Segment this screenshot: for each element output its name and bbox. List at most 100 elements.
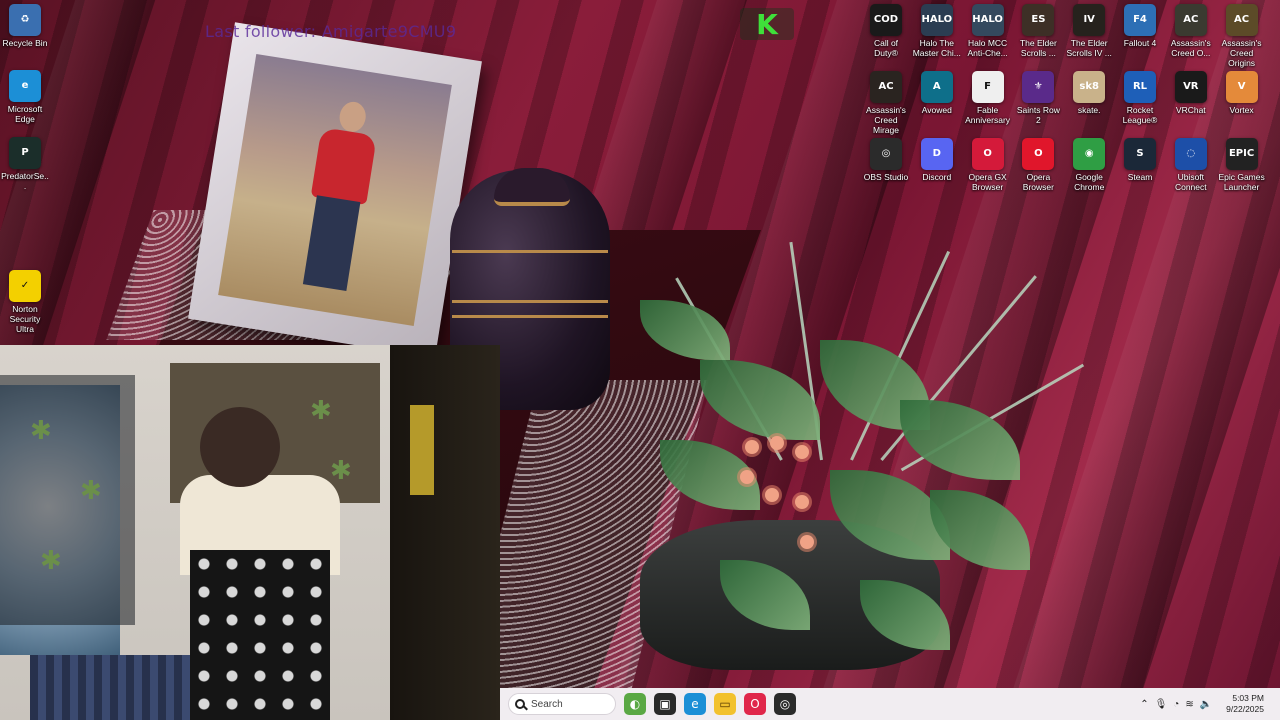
leaf-pattern-icon: ✱: [40, 545, 62, 575]
opera-gx-taskbar-icon[interactable]: O: [744, 693, 766, 715]
ubisoft-connect-icon: ◌: [1174, 138, 1207, 170]
call-of-duty-icon: COD: [870, 4, 902, 36]
desktop-shortcut-label: Fable Anniversary: [965, 105, 1011, 125]
desktop-shortcut[interactable]: AC Assassin's Creed Mirage: [861, 71, 911, 135]
desktop-shortcut[interactable]: HALO Halo The Master Chi...: [912, 4, 962, 58]
desktop-shortcut[interactable]: A Avowed: [912, 71, 962, 115]
skate-icon: sk8: [1073, 71, 1106, 103]
elder-scrolls-iv-icon: IV: [1073, 4, 1106, 36]
desktop-shortcut[interactable]: D Discord: [912, 138, 962, 182]
opera-gx-icon: O: [971, 138, 1004, 170]
epic-games-icon: EPIC: [1225, 138, 1258, 170]
desktop-shortcut[interactable]: AC Assassin's Creed O...: [1166, 4, 1216, 58]
clock-time: 5:03 PM: [1232, 693, 1264, 703]
webcam-feed: ✱ ✱ ✱ ✱ ✱ ✱: [0, 345, 500, 720]
last-follower-overlay: Last follower: Amigarte9CMU9: [205, 22, 457, 41]
desktop-shortcut[interactable]: ⚜ Saints Row 2: [1013, 71, 1063, 125]
urn-lid: [494, 168, 570, 206]
webcam-person-dress: [190, 550, 330, 720]
fallout-4-icon: F4: [1124, 4, 1156, 36]
taskbar-pinned-apps: ◐ ▣ e ▭ O ◎: [616, 693, 796, 715]
k-badge: K: [740, 8, 794, 41]
vrchat-icon: VR: [1174, 71, 1207, 103]
desktop-shortcut[interactable]: RL Rocket League®: [1115, 71, 1165, 125]
desktop-shortcut[interactable]: EPIC Epic Games Launcher: [1217, 138, 1267, 192]
desktop-shortcut[interactable]: sk8 skate.: [1064, 71, 1114, 115]
desktop-shortcut-label: The Elder Scrolls ...: [1019, 38, 1057, 58]
desktop-shortcut-label: Halo MCC Anti-Che...: [967, 38, 1008, 58]
search-icon: [515, 699, 525, 709]
desktop-shortcut[interactable]: P PredatorSe...: [0, 137, 50, 191]
desktop-shortcut[interactable]: COD Call of Duty®: [861, 4, 911, 58]
flower: [795, 445, 809, 459]
desktop-shortcut[interactable]: F Fable Anniversary: [963, 71, 1013, 125]
taskbar-clock[interactable]: 5:03 PM 9/22/2025: [1226, 693, 1264, 715]
opera-browser-icon: O: [1022, 138, 1055, 170]
desktop-shortcut[interactable]: ◉ Google Chrome: [1064, 138, 1114, 192]
chevron-up-icon[interactable]: ⌃: [1140, 699, 1148, 710]
taskbar: Search ◐ ▣ e ▭ O ◎ ⌃ 🎙 ◔ ≋ 🔈 5:03 PM 9/22/202…: [500, 688, 1280, 720]
desktop-shortcut[interactable]: F4 Fallout 4: [1115, 4, 1165, 48]
desktop-shortcut[interactable]: HALO Halo MCC Anti-Che...: [963, 4, 1013, 58]
widgets-icon[interactable]: ◐: [624, 693, 646, 715]
desktop-shortcut-label: Opera GX Browser: [968, 172, 1007, 192]
framed-photo: [218, 54, 452, 326]
desktop-shortcut-label: Microsoft Edge: [7, 104, 43, 124]
webcam-bed: [30, 655, 210, 720]
desktop-shortcut[interactable]: VR VRChat: [1166, 71, 1216, 115]
halo-mcc-anticheat-icon: HALO: [971, 4, 1004, 36]
network-icon[interactable]: ◔: [1173, 699, 1179, 710]
desktop-shortcut[interactable]: O Opera Browser: [1013, 138, 1063, 192]
webcam-door: [390, 345, 500, 720]
flower: [745, 440, 759, 454]
microsoft-edge-icon: e: [9, 70, 41, 102]
wifi-icon[interactable]: ≋: [1185, 699, 1193, 710]
flower: [795, 495, 809, 509]
leaf-pattern-icon: ✱: [80, 475, 102, 505]
leaf-pattern-icon: ✱: [30, 415, 52, 445]
desktop-shortcut[interactable]: O Opera GX Browser: [963, 138, 1013, 192]
webcam-banner: [410, 405, 434, 495]
photo-person-legs: [302, 195, 361, 292]
search-placeholder: Search: [531, 698, 563, 710]
desktop-shortcut[interactable]: AC Assassin's Creed Origins: [1217, 4, 1267, 68]
desktop-shortcut[interactable]: V Vortex: [1217, 71, 1267, 115]
photo-frame: [188, 22, 482, 358]
flower: [800, 535, 814, 549]
desktop-shortcut[interactable]: ◌ Ubisoft Connect: [1166, 138, 1216, 192]
desktop-shortcut[interactable]: ♻ Recycle Bin: [0, 4, 50, 48]
assassins-creed-origins-icon: AC: [1225, 4, 1258, 36]
fable-anniversary-icon: F: [971, 71, 1004, 103]
desktop-shortcut-label: Epic Games Launcher: [1218, 172, 1265, 192]
desktop-shortcut[interactable]: IV The Elder Scrolls IV ...: [1064, 4, 1114, 58]
taskbar-search-box[interactable]: Search: [508, 693, 616, 715]
google-chrome-icon: ◉: [1073, 138, 1106, 170]
desktop-shortcut[interactable]: S Steam: [1115, 138, 1165, 182]
norton-icon: ✓: [9, 270, 41, 302]
desktop-shortcut-label: Rocket League®: [1122, 105, 1158, 125]
desktop-shortcut-label: Saints Row 2: [1016, 105, 1060, 125]
volume-icon[interactable]: 🔈: [1200, 699, 1212, 710]
file-explorer-icon[interactable]: ▭: [714, 693, 736, 715]
saints-row-2-icon: ⚜: [1022, 71, 1055, 103]
desktop-shortcut[interactable]: ES The Elder Scrolls ...: [1013, 4, 1063, 58]
photo-person-shirt: [310, 127, 377, 206]
assassins-creed-odyssey-icon: AC: [1174, 4, 1207, 36]
desktop-shortcut-label: Assassin's Creed O...: [1170, 38, 1211, 58]
desktop-shortcut-label: Vortex: [1229, 105, 1254, 115]
desktop-shortcut[interactable]: ✓ Norton Security Ultra: [0, 270, 50, 334]
desktop-shortcut-label: Norton Security Ultra: [9, 304, 41, 334]
desktop-shortcut-label: Google Chrome: [1074, 172, 1105, 192]
steam-icon: S: [1124, 138, 1156, 170]
task-view-icon[interactable]: ▣: [654, 693, 676, 715]
rocket-league-icon: RL: [1124, 71, 1156, 103]
desktop-shortcut-label: Fallout 4: [1123, 38, 1157, 48]
microphone-icon[interactable]: 🎙: [1155, 699, 1168, 710]
leaf-pattern-icon: ✱: [330, 455, 352, 485]
desktop-shortcut[interactable]: e Microsoft Edge: [0, 70, 50, 124]
clock-date: 9/22/2025: [1226, 704, 1264, 714]
edge-taskbar-icon[interactable]: e: [684, 693, 706, 715]
obs-taskbar-icon[interactable]: ◎: [774, 693, 796, 715]
desktop-shortcut[interactable]: ◎ OBS Studio: [861, 138, 911, 182]
discord-icon: D: [920, 138, 953, 170]
